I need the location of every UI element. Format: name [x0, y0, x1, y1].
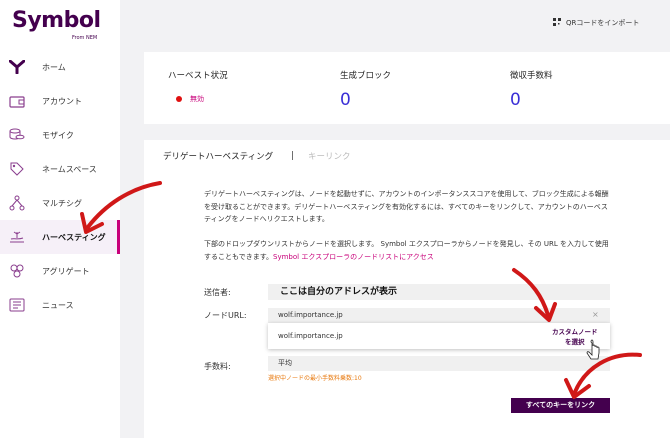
node-dropdown: wolf.importance.jp カスタムノード を選択 — [268, 323, 610, 349]
harvest-status-card: ハーベスト状況 無効 生成ブロック 0 徴収手数料 0 — [144, 52, 670, 124]
wallet-icon — [8, 92, 26, 110]
description-paragraph: デリゲートハーベスティングは、ノードを起動せずに、アカウントのインポータンススコ… — [204, 190, 609, 223]
harvest-tabs: デリゲートハーベスティング | キーリンク — [163, 150, 351, 162]
sidebar-item-label: ホーム — [42, 62, 66, 72]
select-custom-node-button[interactable]: カスタムノード を選択 — [552, 327, 598, 347]
sender-label: 送信者: — [204, 288, 231, 297]
fees-label: 徴収手数料 — [510, 71, 553, 81]
node-description-paragraph: 下部のドロップダウンリストからノードを選択します。 Symbol エクスプローラ… — [204, 240, 609, 261]
node-url-input[interactable] — [268, 308, 610, 323]
sidebar-nav: ホーム アカウント モザイク ネームスペース マルチシグ ハーベスティング アグ… — [0, 50, 120, 322]
blocks-value: 0 — [340, 90, 351, 110]
symbol-logo[interactable]: Symbol From NEM — [12, 8, 112, 42]
logo-subtitle: From NEM — [72, 35, 98, 41]
sidebar-item-home[interactable]: ホーム — [0, 50, 120, 84]
sidebar-item-multisig[interactable]: マルチシグ — [0, 186, 120, 220]
sender-address: ここは自分のアドレスが表示 — [268, 284, 610, 300]
sidebar-item-mosaic[interactable]: モザイク — [0, 118, 120, 152]
tab-separator: | — [291, 151, 295, 161]
custom-node-line1: カスタムノード — [552, 328, 598, 336]
node-url-label: ノードURL: — [204, 311, 247, 320]
tag-icon — [8, 160, 26, 178]
fees-value: 0 — [510, 90, 521, 110]
tab-delegated-harvesting[interactable]: デリゲートハーベスティング — [163, 150, 273, 162]
blocks-label: 生成ブロック — [340, 71, 392, 81]
fee-select[interactable]: 平均 — [268, 356, 610, 371]
explorer-node-list-link[interactable]: Symbol エクスプローラのノードリストにアクセス — [273, 253, 434, 261]
sidebar-item-account[interactable]: アカウント — [0, 84, 120, 118]
sidebar-item-label: モザイク — [42, 130, 74, 140]
sidebar-item-news[interactable]: ニュース — [0, 288, 120, 322]
sidebar-item-label: アグリゲート — [42, 266, 90, 276]
sidebar-item-label: アカウント — [42, 96, 82, 106]
node-option[interactable]: wolf.importance.jp — [278, 332, 343, 340]
logo-wordmark: Symbol — [12, 8, 101, 33]
harvest-status-value: 無効 — [176, 94, 204, 104]
clear-icon[interactable]: × — [592, 310, 599, 319]
aggregate-icon — [8, 262, 26, 280]
sidebar: Symbol From NEM ホーム アカウント モザイク ネームスペース マ… — [0, 0, 120, 438]
tab-key-link[interactable]: キーリンク — [308, 150, 351, 162]
fee-hint: 選択中ノードの最小手数料乗数:10 — [268, 375, 362, 382]
sidebar-item-label: ニュース — [42, 300, 74, 310]
sidebar-item-namespace[interactable]: ネームスペース — [0, 152, 120, 186]
fee-label: 手数料: — [204, 362, 231, 371]
sidebar-item-harvesting[interactable]: ハーベスティング — [0, 220, 120, 254]
link-all-keys-button[interactable]: すべてのキーをリンク — [511, 398, 610, 413]
qr-import-label: QRコードをインポート — [566, 19, 640, 27]
sidebar-item-aggregate[interactable]: アグリゲート — [0, 254, 120, 288]
sidebar-item-label: ネームスペース — [42, 164, 97, 174]
coins-icon — [8, 126, 26, 144]
qr-import-link[interactable]: QRコードをインポート — [553, 18, 639, 28]
symbol-logo-icon — [8, 58, 26, 76]
status-dot-icon — [176, 96, 182, 102]
harvest-status-label: ハーベスト状況 — [168, 71, 228, 81]
news-icon — [8, 296, 26, 314]
multisig-icon — [8, 194, 26, 212]
harvesting-panel: デリゲートハーベスティング | キーリンク デリゲートハーベスティングは、ノード… — [144, 140, 670, 438]
sidebar-item-label: マルチシグ — [42, 198, 82, 208]
qr-icon — [553, 18, 561, 28]
harvest-icon — [8, 228, 26, 246]
sidebar-item-label: ハーベスティング — [42, 232, 106, 242]
custom-node-line2: を選択 — [565, 338, 585, 346]
